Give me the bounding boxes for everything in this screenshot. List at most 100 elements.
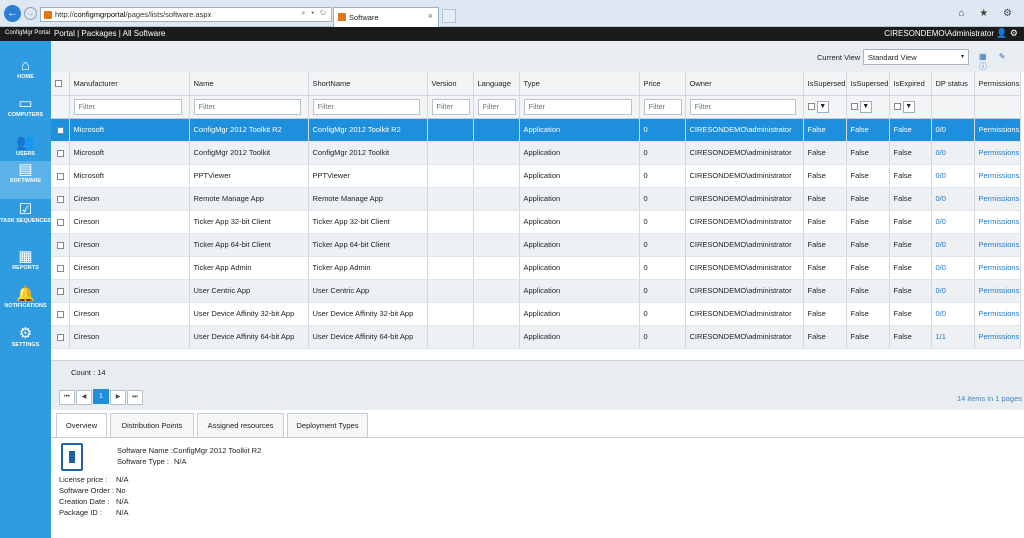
- browser-icons[interactable]: ⌂ ★ ⚙: [958, 8, 1018, 19]
- new-tab-button[interactable]: [442, 9, 456, 23]
- sidebar-item-home[interactable]: ⌂ HOME: [0, 57, 51, 95]
- cell-permissions[interactable]: Permissions: [974, 302, 1021, 326]
- table-row[interactable]: Cireson User Centric App User Centric App A…: [51, 279, 1021, 303]
- cell-dp-status[interactable]: 0/0: [931, 210, 975, 234]
- sidebar-item-notifications[interactable]: 🔔 NOTIFICATIONS: [0, 286, 51, 324]
- col-header-issuperseding[interactable]: IsSupersed: [846, 72, 890, 96]
- row-checkbox[interactable]: [57, 287, 64, 295]
- cell-manufacturer: Cireson: [69, 325, 190, 349]
- cell-dp-status[interactable]: 0/0: [931, 187, 975, 211]
- col-header-owner[interactable]: Owner: [685, 72, 804, 96]
- tab-deployment-types[interactable]: Deployment Types: [287, 413, 368, 437]
- cell-permissions[interactable]: Permissions: [974, 256, 1021, 280]
- row-checkbox[interactable]: [57, 241, 64, 249]
- cell-permissions[interactable]: Permissions: [974, 164, 1021, 188]
- cell-dp-status[interactable]: 0/0: [931, 118, 975, 142]
- filter-funnel-icon[interactable]: ▼: [902, 100, 915, 113]
- tab-assigned-resources[interactable]: Assigned resources: [197, 413, 284, 437]
- sidebar-item-software[interactable]: ▤ SOFTWARE: [0, 161, 51, 199]
- col-header-permissions[interactable]: Permissions: [974, 72, 1021, 96]
- table-row[interactable]: Cireson Ticker App 64-bit Client Ticker Ap…: [51, 233, 1021, 257]
- next-page-button[interactable]: ▶: [110, 390, 126, 405]
- select-all-cell[interactable]: [51, 72, 70, 96]
- cell-dp-status[interactable]: 0/0: [931, 233, 975, 257]
- table-row[interactable]: Microsoft ConfigMgr 2012 Toolkit R2 Config…: [51, 118, 1021, 142]
- back-button[interactable]: ←: [4, 5, 21, 22]
- col-header-version[interactable]: Version: [427, 72, 474, 96]
- tab-distribution-points[interactable]: Distribution Points: [110, 413, 194, 437]
- table-row[interactable]: Cireson Ticker App Admin Ticker App Admin A…: [51, 256, 1021, 280]
- cell-permissions[interactable]: Permissions: [974, 325, 1021, 349]
- col-header-issuperseded[interactable]: IsSupersed: [803, 72, 847, 96]
- cell-permissions[interactable]: Permissions: [974, 118, 1021, 142]
- row-checkbox[interactable]: [57, 172, 64, 180]
- cell-dp-status[interactable]: 0/0: [931, 279, 975, 303]
- cell-dp-status[interactable]: 0/0: [931, 302, 975, 326]
- filter-price[interactable]: [643, 98, 683, 115]
- col-header-price[interactable]: Price: [639, 72, 686, 96]
- filter-issuperseded-checkbox[interactable]: [807, 103, 815, 110]
- table-row[interactable]: Cireson Ticker App 32-bit Client Ticker Ap…: [51, 210, 1021, 234]
- row-checkbox[interactable]: [57, 310, 64, 318]
- forward-button[interactable]: →: [24, 7, 37, 20]
- row-checkbox[interactable]: [57, 264, 64, 272]
- cell-permissions[interactable]: Permissions: [974, 279, 1021, 303]
- col-header-dp-status[interactable]: DP status: [931, 72, 975, 96]
- col-header-manufacturer[interactable]: Manufacturer: [69, 72, 190, 96]
- address-url[interactable]: http://configmgrportal/pages/lists/softw…: [55, 10, 211, 19]
- filter-issuperseding-checkbox[interactable]: [850, 103, 858, 110]
- cell-permissions[interactable]: Permissions: [974, 141, 1021, 165]
- cell-dp-status[interactable]: 0/0: [931, 141, 975, 165]
- first-page-button[interactable]: ⏮: [59, 390, 75, 405]
- tab-overview[interactable]: Overview: [56, 413, 107, 437]
- row-checkbox[interactable]: [57, 195, 64, 203]
- row-checkbox[interactable]: [57, 126, 64, 134]
- cell-dp-status[interactable]: 0/0: [931, 256, 975, 280]
- table-row[interactable]: Microsoft ConfigMgr 2012 Toolkit ConfigMgr…: [51, 141, 1021, 165]
- tab-close-icon[interactable]: ×: [428, 11, 433, 21]
- prev-page-button[interactable]: ◀: [76, 390, 92, 405]
- app-logo[interactable]: ConfigMgr Portal: [5, 30, 50, 36]
- sidebar-item-reports[interactable]: ▦ REPORTS: [0, 248, 51, 286]
- cell-permissions[interactable]: Permissions: [974, 233, 1021, 257]
- col-header-isexpired[interactable]: IsExpired: [889, 72, 932, 96]
- col-header-type[interactable]: Type: [519, 72, 640, 96]
- select-all-checkbox[interactable]: [55, 80, 62, 88]
- address-bar[interactable]: http://configmgrportal/pages/lists/softw…: [40, 7, 332, 22]
- table-row[interactable]: Cireson User Device Affinity 32-bit App Us…: [51, 302, 1021, 326]
- filter-shortname[interactable]: [312, 98, 420, 115]
- breadcrumb[interactable]: Portal | Packages | All Software: [54, 29, 165, 38]
- sidebar-item-computers[interactable]: ▭ COMPUTERS: [0, 95, 51, 133]
- browser-tab-software[interactable]: Software ×: [333, 7, 439, 27]
- cell-dp-status[interactable]: 1/1: [931, 325, 975, 349]
- sidebar-item-settings[interactable]: ⚙ SETTINGS: [0, 325, 51, 363]
- table-row[interactable]: Cireson Remote Manage App Remote Manage Ap…: [51, 187, 1021, 211]
- toolbar-action-icons[interactable]: ▦ ✎ ⓘ: [979, 52, 1024, 72]
- row-checkbox[interactable]: [57, 218, 64, 226]
- filter-isexpired-checkbox[interactable]: [893, 103, 901, 110]
- filter-owner[interactable]: [689, 98, 796, 115]
- col-header-language[interactable]: Language: [473, 72, 520, 96]
- filter-funnel-icon[interactable]: ▼: [816, 100, 829, 113]
- current-view-select[interactable]: Standard View ▾: [863, 49, 969, 65]
- sidebar-item-task-sequences[interactable]: ☑ TASK SEQUENCES: [0, 201, 51, 239]
- table-row[interactable]: Cireson User Device Affinity 64-bit App Us…: [51, 325, 1021, 349]
- col-header-shortname[interactable]: ShortName: [308, 72, 428, 96]
- filter-funnel-icon[interactable]: ▼: [859, 100, 872, 113]
- user-menu-icons[interactable]: 👤 ⚙: [996, 28, 1018, 39]
- row-checkbox[interactable]: [57, 333, 64, 341]
- filter-language[interactable]: [477, 98, 517, 115]
- filter-type[interactable]: [523, 98, 632, 115]
- last-page-button[interactable]: ⏭: [127, 390, 143, 405]
- cell-permissions[interactable]: Permissions: [974, 210, 1021, 234]
- filter-version[interactable]: [431, 98, 471, 115]
- filter-manufacturer[interactable]: [73, 98, 182, 115]
- cell-dp-status[interactable]: 0/0: [931, 164, 975, 188]
- address-controls[interactable]: ⌕ ▾ ↻: [301, 10, 328, 18]
- filter-name[interactable]: [193, 98, 301, 115]
- cell-permissions[interactable]: Permissions: [974, 187, 1021, 211]
- col-header-name[interactable]: Name: [189, 72, 309, 96]
- row-checkbox[interactable]: [57, 149, 64, 157]
- page-1-button[interactable]: 1: [93, 389, 109, 404]
- table-row[interactable]: Microsoft PPTViewer PPTViewer Application 0 C…: [51, 164, 1021, 188]
